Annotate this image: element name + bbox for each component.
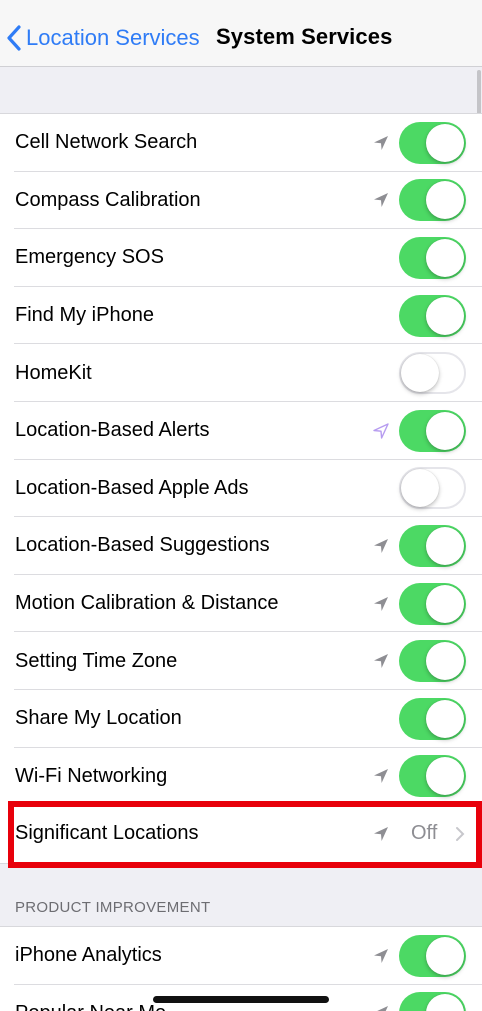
setting-row-iphone-analytics: iPhone Analytics: [0, 927, 482, 985]
toggle-switch[interactable]: [399, 467, 466, 510]
toggle-switch[interactable]: [399, 409, 466, 452]
setting-label: Location-Based Apple Ads: [15, 476, 249, 499]
setting-row-compass-calibration: Compass Calibration: [0, 172, 482, 230]
toggle-knob: [426, 181, 464, 220]
setting-row-location-based-suggestions: Location-Based Suggestions: [0, 517, 482, 575]
setting-label: Popular Near Me: [15, 1002, 166, 1011]
setting-label: Significant Locations: [15, 822, 199, 845]
setting-row-motion-calibration-and-distance: Motion Calibration & Distance: [0, 575, 482, 633]
toggle-switch[interactable]: [399, 236, 466, 279]
location-arrow-icon: [373, 423, 389, 439]
system-services-list: Cell Network Search Compass Calibration Em…: [0, 113, 482, 864]
setting-row-find-my-iphone: Find My iPhone: [0, 287, 482, 345]
setting-row-wi-fi-networking: Wi-Fi Networking: [0, 748, 482, 806]
location-arrow-icon: [374, 769, 388, 784]
setting-row-homekit: HomeKit: [0, 344, 482, 402]
setting-label: Setting Time Zone: [15, 649, 178, 672]
setting-label: Emergency SOS: [15, 246, 164, 269]
toggle-switch[interactable]: [399, 582, 466, 625]
setting-label: Cell Network Search: [15, 131, 198, 154]
toggle-knob: [426, 994, 464, 1011]
toggle-knob: [426, 238, 464, 277]
setting-label: Location-Based Suggestions: [15, 534, 270, 557]
toggle-switch[interactable]: [399, 992, 466, 1011]
toggle-switch[interactable]: [399, 524, 466, 567]
toggle-switch[interactable]: [399, 179, 466, 222]
location-arrow-icon: [374, 654, 388, 669]
toggle-switch[interactable]: [399, 697, 466, 740]
chevron-right-icon: [456, 826, 465, 841]
setting-label: iPhone Analytics: [15, 944, 162, 967]
setting-label: Compass Calibration: [15, 188, 201, 211]
setting-label: Share My Location: [15, 707, 182, 730]
toggle-knob: [401, 469, 439, 508]
home-indicator: [153, 996, 329, 1003]
location-arrow-icon: [374, 948, 388, 963]
toggle-knob: [426, 584, 464, 623]
setting-value: Off: [411, 822, 438, 845]
toggle-knob: [426, 757, 464, 796]
setting-label: Wi-Fi Networking: [15, 764, 168, 787]
location-arrow-icon: [374, 538, 388, 553]
setting-row-location-based-apple-ads: Location-Based Apple Ads: [0, 460, 482, 518]
setting-label: Find My iPhone: [15, 304, 154, 327]
toggle-knob: [426, 411, 464, 450]
location-arrow-icon: [374, 826, 388, 841]
setting-label: Motion Calibration & Distance: [15, 592, 279, 615]
location-arrow-icon: [374, 596, 388, 611]
chevron-left-icon: [7, 25, 21, 51]
location-arrow-icon: [374, 135, 388, 150]
setting-row-setting-time-zone: Setting Time Zone: [0, 632, 482, 690]
setting-row-cell-network-search: Cell Network Search: [0, 114, 482, 172]
back-button-label: Location Services: [26, 25, 200, 50]
toggle-knob: [401, 354, 439, 393]
toggle-switch[interactable]: [399, 640, 466, 683]
setting-row-emergency-sos: Emergency SOS: [0, 229, 482, 287]
back-button[interactable]: Location Services: [6, 22, 200, 54]
setting-label: Location-Based Alerts: [15, 419, 210, 442]
setting-row-location-based-alerts: Location-Based Alerts: [0, 402, 482, 460]
location-arrow-icon: [378, 1006, 388, 1011]
section-header-product-improvement: PRODUCT IMPROVEMENT: [15, 899, 211, 916]
page-title: System Services: [216, 24, 393, 49]
toggle-knob: [426, 526, 464, 565]
toggle-switch[interactable]: [399, 294, 466, 337]
toggle-switch[interactable]: [399, 934, 466, 977]
toggle-knob: [426, 123, 464, 162]
navigation-bar: Location Services System Services: [0, 0, 482, 67]
setting-row-significant-locations[interactable]: Significant Locations Off: [0, 805, 482, 863]
toggle-knob: [426, 936, 464, 975]
location-arrow-icon: [374, 193, 388, 208]
toggle-switch[interactable]: [399, 121, 466, 164]
toggle-knob: [426, 642, 464, 681]
toggle-switch[interactable]: [399, 755, 466, 798]
toggle-knob: [426, 296, 464, 335]
toggle-knob: [426, 699, 464, 738]
setting-row-share-my-location: Share My Location: [0, 690, 482, 748]
setting-label: HomeKit: [15, 361, 92, 384]
toggle-switch[interactable]: [399, 352, 466, 395]
